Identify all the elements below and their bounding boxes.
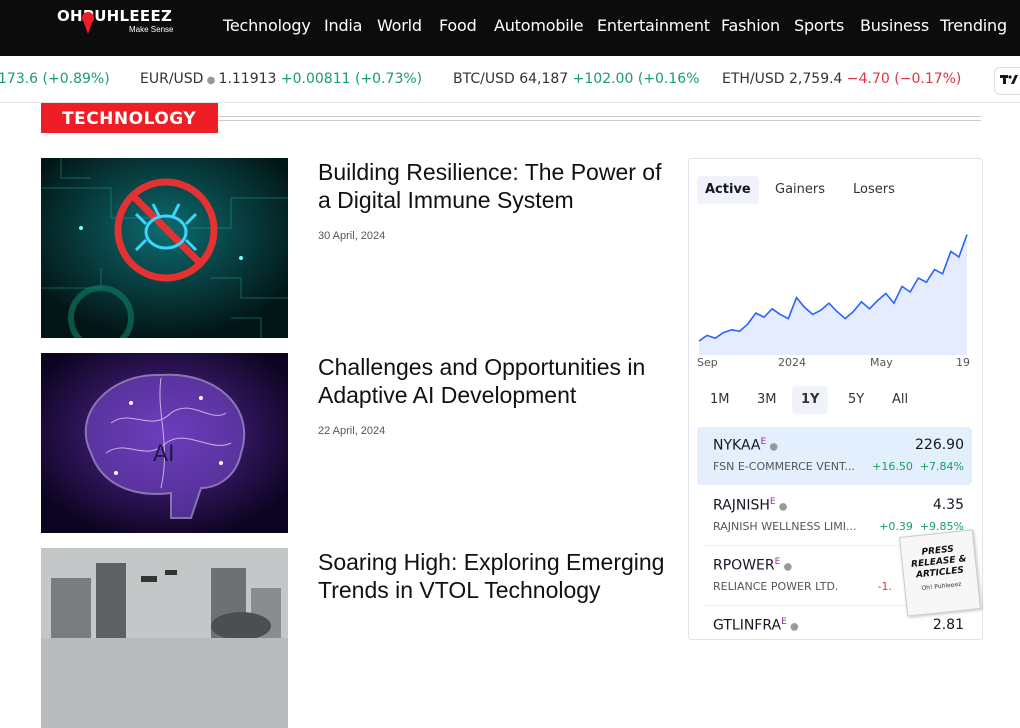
ticker-item[interactable]: 173.6 (+0.89%) — [0, 71, 110, 87]
digital-immune-image — [41, 158, 288, 338]
section-header: TECHNOLOGY — [41, 103, 218, 133]
ticker-price: 2,759.4 — [789, 71, 843, 87]
nav-technology[interactable]: Technology — [223, 16, 311, 35]
tradingview-logo-icon[interactable] — [994, 67, 1020, 95]
ticker-change: −4.70 — [846, 71, 890, 87]
section-title: TECHNOLOGY — [62, 109, 197, 129]
stock-symbol: GTLINFRAE ● — [713, 617, 799, 634]
nav-business[interactable]: Business — [860, 16, 929, 35]
x-axis-label: 2024 — [778, 356, 806, 369]
range-1y[interactable]: 1Y — [792, 386, 829, 414]
ticker-item[interactable]: BTC/USD 64,187 +102.00 (+0.16% — [453, 71, 700, 87]
range-all[interactable]: All — [883, 386, 917, 414]
press-release-badge[interactable]: PRESS RELEASE & ARTICLES Oh! Puhleeez — [899, 529, 981, 617]
top-navigation-bar: OHPUHLEEEZ Make Sense Technology India W… — [0, 0, 1020, 56]
ticker-item[interactable]: EUR/USD ● 1.11913 +0.00811 (+0.73%) — [140, 71, 422, 87]
stock-symbol: RAJNISHE ● — [713, 497, 788, 514]
x-axis-label: May — [870, 356, 893, 369]
chart-area — [699, 234, 967, 355]
stock-name: RAJNISH WELLNESS LIMI... — [713, 520, 857, 533]
tab-losers[interactable]: Losers — [845, 176, 903, 204]
article-thumbnail[interactable]: AI — [41, 353, 288, 533]
stock-change: -1. — [877, 580, 892, 593]
nav-entertainment[interactable]: Entertainment — [597, 16, 710, 35]
ticker-change: +0.00811 — [280, 71, 351, 87]
vtol-city-image — [41, 548, 288, 640]
stock-symbol: NYKAAE ● — [713, 437, 779, 454]
ticker-percent: (−0.17%) — [894, 71, 962, 87]
x-axis-label: 19 — [956, 356, 970, 369]
tab-gainers[interactable]: Gainers — [767, 176, 833, 204]
stock-row[interactable]: NYKAAE ● FSN E-COMMERCE VENT... 226.90 +… — [697, 427, 972, 485]
ticker-percent: (+0.16% — [637, 71, 700, 87]
ticker-change: 173.6 — [0, 71, 39, 87]
ticker-item[interactable]: ETH/USD 2,759.4 −4.70 (−0.17%) — [722, 71, 961, 87]
tab-active[interactable]: Active — [697, 176, 759, 204]
dot-icon: ● — [203, 75, 219, 86]
article-date: 22 April, 2024 — [318, 425, 386, 437]
badge-text: PRESS RELEASE & ARTICLES — [910, 544, 967, 581]
nav-food[interactable]: Food — [439, 16, 477, 35]
nav-india[interactable]: India — [324, 16, 362, 35]
range-5y[interactable]: 5Y — [839, 386, 873, 414]
ticker-symbol: ETH/USD — [722, 71, 785, 87]
stock-row[interactable]: GTLINFRAE ● 2.81 — [697, 607, 972, 665]
article-thumbnail[interactable] — [41, 158, 288, 338]
pen-nib-icon — [82, 12, 94, 34]
ai-text-graphic: AI — [153, 442, 175, 467]
ticker-symbol: BTC/USD — [453, 71, 515, 87]
article-title[interactable]: Challenges and Opportunities in Adaptive… — [318, 353, 668, 409]
ticker-price: 1.11913 — [218, 71, 277, 87]
stock-price: 226.90 — [915, 437, 964, 453]
nav-trending[interactable]: Trending — [940, 16, 1007, 35]
range-1m[interactable]: 1M — [701, 386, 739, 414]
range-3m[interactable]: 3M — [748, 386, 786, 414]
article-title[interactable]: Soaring High: Exploring Emerging Trends … — [318, 548, 668, 604]
nav-world[interactable]: World — [377, 16, 422, 35]
article-date: 30 April, 2024 — [318, 230, 386, 242]
nav-fashion[interactable]: Fashion — [721, 16, 780, 35]
ticker-price: 64,187 — [519, 71, 569, 87]
price-area-chart[interactable] — [697, 211, 969, 361]
stock-name: FSN E-COMMERCE VENT... — [713, 460, 855, 473]
ticker-change: +102.00 — [572, 71, 634, 87]
stock-symbol: RPOWERE ● — [713, 557, 793, 574]
nav-automobile[interactable]: Automobile — [494, 16, 584, 35]
market-ticker[interactable]: 173.6 (+0.89%) EUR/USD ● 1.11913 +0.0081… — [0, 56, 1020, 103]
ticker-percent: (+0.89%) — [42, 71, 110, 87]
article-thumbnail[interactable] — [41, 548, 288, 728]
x-axis-label: Sep — [697, 356, 718, 369]
section-divider — [218, 116, 981, 121]
logo-tagline: Make Sense — [129, 25, 174, 34]
site-logo[interactable]: OHPUHLEEEZ Make Sense — [57, 7, 183, 47]
stock-name: RELIANCE POWER LTD. — [713, 580, 839, 593]
ai-brain-image: AI — [41, 353, 288, 533]
stock-price: 4.35 — [932, 497, 964, 513]
nav-sports[interactable]: Sports — [794, 16, 844, 35]
tv-mark-icon — [1000, 75, 1018, 84]
main-nav: Technology India World Food Automobile E… — [223, 16, 1020, 36]
logo-text: OHPUHLEEEZ — [57, 7, 173, 25]
ticker-percent: (+0.73%) — [354, 71, 423, 87]
stock-change: +16.50 +7.84% — [872, 460, 964, 473]
ticker-symbol: EUR/USD — [140, 71, 204, 87]
article-title[interactable]: Building Resilience: The Power of a Digi… — [318, 158, 668, 214]
